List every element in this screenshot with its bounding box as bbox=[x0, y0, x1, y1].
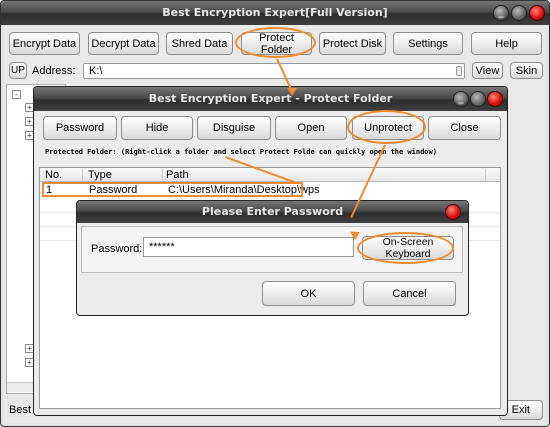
list-header: No. Type Path bbox=[40, 168, 500, 182]
address-label: Address: bbox=[32, 65, 76, 77]
annotation-arrowhead bbox=[287, 88, 297, 96]
protect-disk-button[interactable]: Protect Disk bbox=[319, 32, 386, 55]
maximize-icon[interactable] bbox=[470, 91, 486, 107]
column-header-type[interactable]: Type bbox=[88, 169, 163, 181]
password-button[interactable]: Password bbox=[43, 116, 117, 140]
unprotect-highlight bbox=[347, 110, 426, 144]
row-highlight bbox=[42, 182, 303, 197]
cancel-button[interactable]: Cancel bbox=[363, 281, 456, 306]
skin-button[interactable]: Skin bbox=[510, 62, 543, 79]
tree-expand-icon[interactable]: - bbox=[12, 90, 21, 99]
view-button[interactable]: View bbox=[472, 62, 503, 79]
password-titlebar[interactable]: Please Enter Password bbox=[77, 201, 468, 223]
password-input[interactable]: ****** bbox=[143, 237, 354, 257]
help-button[interactable]: Help bbox=[471, 32, 542, 55]
address-scroll-handle[interactable] bbox=[456, 66, 462, 76]
protect-titlebar[interactable]: Best Encryption Expert - Protect Folder … bbox=[34, 87, 507, 111]
close-icon[interactable] bbox=[445, 204, 461, 220]
close-button[interactable]: Close bbox=[428, 116, 501, 140]
address-input[interactable]: K:\ bbox=[83, 63, 465, 79]
decrypt-data-button[interactable]: Decrypt Data bbox=[88, 32, 159, 55]
main-title: Best Encryption Expert[Full Version] bbox=[162, 6, 388, 19]
ok-button[interactable]: OK bbox=[262, 281, 355, 306]
disguise-button[interactable]: Disguise bbox=[197, 116, 271, 140]
shred-data-button[interactable]: Shred Data bbox=[166, 32, 233, 55]
protect-title: Best Encryption Expert - Protect Folder bbox=[148, 92, 393, 105]
encrypt-data-button[interactable]: Encrypt Data bbox=[9, 32, 80, 55]
keyboard-highlight bbox=[357, 232, 454, 264]
maximize-icon[interactable] bbox=[511, 5, 527, 21]
minimize-icon[interactable]: _ bbox=[453, 91, 469, 107]
protect-folder-highlight bbox=[235, 27, 316, 58]
column-header-path[interactable]: Path bbox=[166, 169, 486, 181]
main-titlebar[interactable]: Best Encryption Expert[Full Version] _ bbox=[1, 1, 549, 25]
password-label: Password: bbox=[91, 243, 143, 255]
close-icon[interactable] bbox=[487, 91, 503, 107]
hide-button[interactable]: Hide bbox=[121, 116, 193, 140]
column-header-no[interactable]: No. bbox=[45, 169, 83, 181]
up-button[interactable]: UP bbox=[9, 62, 27, 79]
close-icon[interactable] bbox=[529, 5, 545, 21]
minimize-icon[interactable]: _ bbox=[493, 5, 509, 21]
settings-button[interactable]: Settings bbox=[393, 32, 463, 55]
open-button[interactable]: Open bbox=[275, 116, 347, 140]
password-title: Please Enter Password bbox=[201, 205, 344, 218]
